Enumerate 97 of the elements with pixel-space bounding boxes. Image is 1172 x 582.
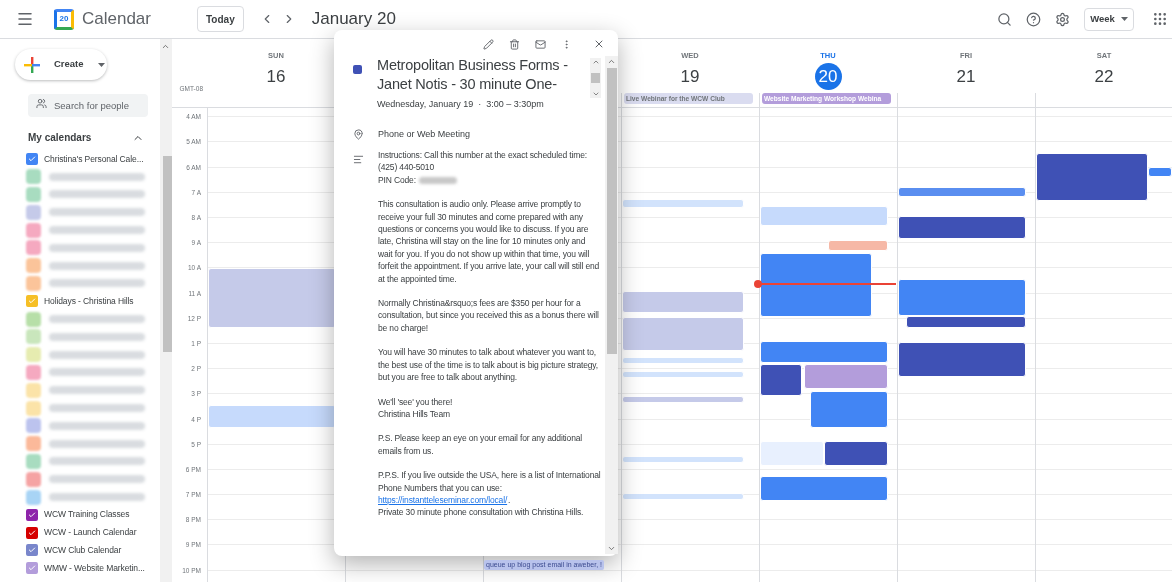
calendar-checkbox[interactable] — [26, 544, 38, 557]
calendar-name: Holidays - Christina Hills — [44, 294, 134, 308]
description-paragraph: Normally Christina&rsquo;s fees are $350 per hour for a consultation, but since you received this as a bonus there will be no charge! — [378, 297, 600, 335]
calendar-name: Christina's Personal Cale... — [44, 152, 144, 166]
calendar-checkbox[interactable] — [26, 508, 38, 521]
event-location: Phone or Web Meeting — [378, 127, 470, 141]
blurred-checkbox[interactable] — [26, 453, 41, 469]
calendar-event[interactable] — [760, 364, 802, 397]
scroll-up-icon[interactable] — [161, 42, 170, 51]
blurred-checkbox[interactable] — [26, 311, 41, 327]
apps-icon[interactable] — [1152, 11, 1168, 27]
blurred-checkbox[interactable] — [26, 418, 41, 434]
period: . — [508, 493, 511, 507]
edit-icon[interactable] — [483, 38, 494, 50]
section-title: My calendars — [28, 131, 92, 145]
check-icon — [28, 153, 36, 164]
app-name: Calendar — [82, 8, 151, 31]
check-icon — [28, 527, 36, 538]
calendar-name: WCW - Launch Calendar — [44, 526, 137, 539]
event-title: Janet Notis - 30 minute One- — [377, 75, 558, 94]
blurred-checkbox[interactable] — [26, 187, 41, 202]
calendar-event[interactable] — [898, 342, 1026, 378]
delete-icon[interactable] — [509, 38, 520, 50]
blurred-checkbox[interactable] — [26, 204, 41, 220]
blurred-checkbox[interactable] — [26, 471, 41, 487]
blurred-checkbox[interactable] — [26, 222, 41, 238]
period-title: January 20 — [311, 8, 396, 31]
calendar-event[interactable] — [760, 341, 888, 364]
caret-icon — [1120, 17, 1128, 21]
calendar-checkbox[interactable] — [26, 152, 38, 165]
event-time: Wednesday, January 19 · 3:00 – 3:30pm — [377, 98, 545, 111]
view-dropdown[interactable]: Week — [1084, 7, 1134, 31]
blurred-checkbox[interactable] — [26, 275, 41, 291]
calendar-event[interactable] — [1148, 167, 1172, 178]
description-line: Private 30 minute phone consultation with Christina Hills. — [378, 506, 585, 519]
calendar-name: WCW Club Calendar — [44, 544, 122, 557]
email-icon[interactable] — [535, 38, 546, 50]
blurred-checkbox[interactable] — [26, 489, 41, 505]
caret-icon — [97, 62, 105, 67]
description-line: We'll 'see' you there! — [378, 395, 454, 408]
plus-icon — [24, 56, 40, 73]
description-line: Christina Hills Team — [378, 407, 451, 421]
scroll-down-icon[interactable] — [607, 544, 616, 553]
calendar-event[interactable] — [1036, 153, 1148, 202]
people-icon — [36, 98, 47, 109]
blurred-checkbox[interactable] — [26, 169, 41, 185]
day-number[interactable]: 21 — [952, 63, 980, 91]
help-icon[interactable] — [1026, 11, 1041, 27]
scroll-down-icon[interactable] — [591, 90, 600, 98]
redacted-pin — [418, 176, 457, 184]
check-icon — [28, 509, 36, 520]
location-icon — [353, 128, 364, 140]
calendar-event[interactable] — [898, 216, 1026, 240]
calendar-event[interactable] — [898, 279, 1026, 317]
calendar-event[interactable] — [760, 476, 888, 502]
description-line: Instructions: Call this number at the exact scheduled time: — [378, 149, 588, 162]
blurred-checkbox[interactable] — [26, 347, 41, 363]
description-paragraph: This consultation is audio only. Please arrive promptly to receive your full 30 minutes and come prepared with any questions or concerns you would like to discuss. If you are late, Christina will stay on the line for 10 minutes only and wait for you. If you do not show up within that time, you will forfeit the appointment. If you arrive late, your call will still end at the appointed time. — [378, 198, 601, 286]
calendar-event[interactable] — [760, 253, 872, 318]
day-number[interactable]: 16 — [262, 63, 290, 91]
calendar-name: WCW Training Classes — [44, 508, 130, 522]
blurred-checkbox[interactable] — [26, 400, 41, 416]
blurred-checkbox[interactable] — [26, 240, 41, 256]
blurred-checkbox[interactable] — [26, 436, 41, 452]
pin-label: PIN Code: — [378, 173, 416, 187]
description-paragraph: You will have 30 minutes to talk about whatever you want to, the best use of the time is to talk about is big picture strategy, but you are free to talk about anything. — [378, 346, 600, 384]
calendar-event[interactable] — [898, 187, 1026, 198]
day-number[interactable]: 22 — [1090, 63, 1118, 91]
sidebar-scrollbar[interactable] — [160, 39, 172, 582]
day-number[interactable]: 19 — [676, 63, 704, 91]
blurred-checkbox[interactable] — [26, 329, 41, 345]
search-field[interactable]: Search for people — [28, 94, 148, 117]
calendar-checkbox[interactable] — [26, 526, 38, 539]
blurred-checkbox[interactable] — [26, 382, 41, 398]
settings-icon[interactable] — [1055, 11, 1070, 27]
blurred-checkbox[interactable] — [26, 364, 41, 380]
popup-scrollbar[interactable] — [605, 56, 618, 554]
description-paragraph: P.P.S. If you live outside the USA, here is a list of International Phone Numbers that you can use: — [378, 469, 601, 494]
create-button[interactable]: Create — [15, 49, 107, 80]
description-line: (425) 440-5010 — [378, 161, 436, 174]
day-number[interactable]: 20 — [814, 63, 842, 91]
description-paragraph: P.S. Please keep an eye on your email for any additional emails from us. — [378, 432, 584, 458]
calendar-name: WMW - Website Marketin... — [44, 561, 145, 575]
description-icon — [353, 154, 364, 165]
calendar-event[interactable] — [810, 391, 888, 429]
calendar-logo: 20 — [54, 8, 74, 30]
close-icon[interactable] — [593, 38, 605, 50]
blurred-checkbox[interactable] — [26, 258, 41, 274]
calendar-event[interactable] — [824, 441, 888, 467]
menu-icon[interactable] — [16, 10, 34, 28]
today-button[interactable]: Today — [197, 6, 244, 32]
calendar-event[interactable] — [906, 316, 1026, 329]
calendar-checkbox[interactable] — [26, 562, 38, 575]
search-icon[interactable] — [997, 11, 1012, 27]
event-title: Metropolitan Business Forms - — [377, 56, 569, 75]
title-scrollbar[interactable] — [590, 58, 601, 98]
link[interactable]: https://instantteleseminar.com/local/ — [378, 493, 508, 507]
